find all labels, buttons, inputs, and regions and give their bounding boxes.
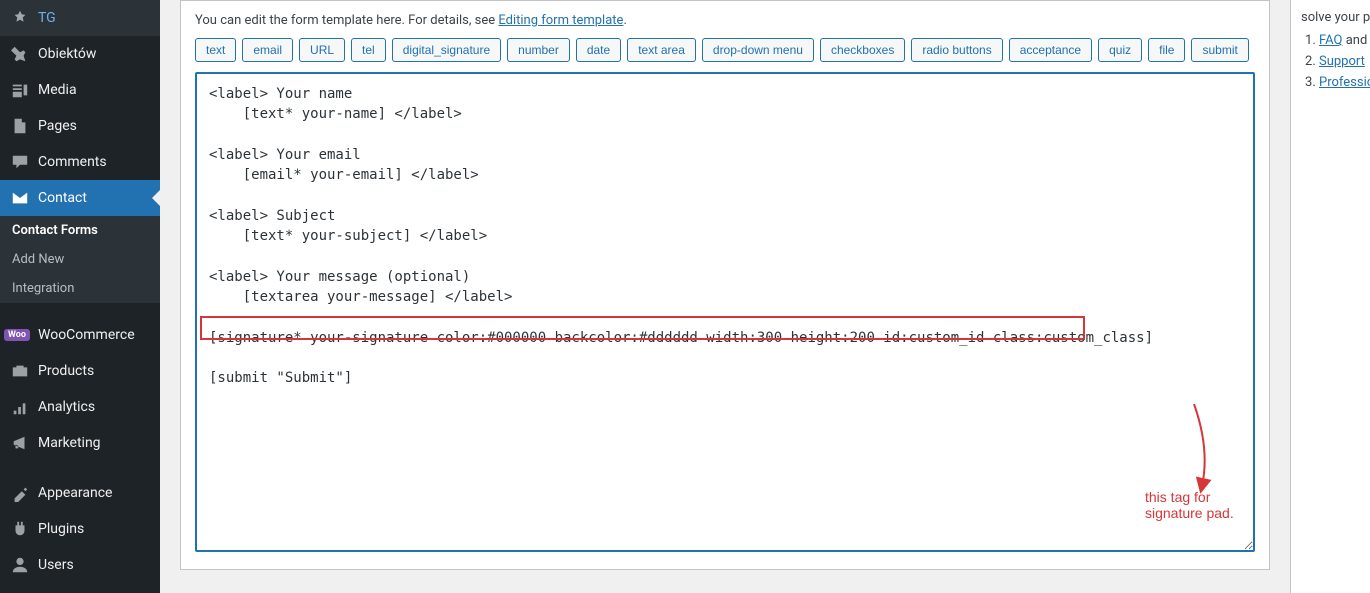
sidebar-item-tools[interactable]: Tools	[0, 583, 160, 593]
woo-icon: Woo	[10, 325, 30, 345]
sidebar-label: Analytics	[38, 399, 95, 415]
sidebar-item-tg[interactable]: TG	[0, 0, 160, 36]
sidebar-label: Obiektów	[38, 46, 96, 62]
sidebar-label: Appearance	[38, 485, 112, 501]
sidebar-item-plugins[interactable]: Plugins	[0, 511, 160, 547]
tag-btn-textarea[interactable]: text area	[627, 38, 696, 62]
form-panel: You can edit the form template here. For…	[180, 0, 1270, 570]
sidebar-item-appearance[interactable]: Appearance	[0, 475, 160, 511]
sidebar-item-products[interactable]: Products	[0, 353, 160, 389]
sidebar-label: Comments	[38, 154, 107, 170]
sidebar-submenu: Contact Forms Add New Integration	[0, 216, 160, 303]
sidebar-item-obiektow[interactable]: Obiektów	[0, 36, 160, 72]
sidebar-item-users[interactable]: Users	[0, 547, 160, 583]
marketing-icon	[10, 433, 30, 453]
sidebar-item-media[interactable]: Media	[0, 72, 160, 108]
tag-btn-dropdown[interactable]: drop-down menu	[702, 38, 814, 62]
sidebar-sub-add-new[interactable]: Add New	[0, 245, 160, 274]
help-list: FAQ and Support Professio	[1319, 33, 1370, 90]
mail-icon	[10, 188, 30, 208]
tag-btn-digital-signature[interactable]: digital_signature	[392, 38, 501, 62]
users-icon	[10, 555, 30, 575]
main-content: You can edit the form template here. For…	[160, 0, 1290, 593]
comment-icon	[10, 152, 30, 172]
tag-btn-file[interactable]: file	[1148, 38, 1185, 62]
tag-btn-email[interactable]: email	[242, 38, 293, 62]
help-link-support[interactable]: Support	[1319, 54, 1365, 69]
sidebar-item-woocommerce[interactable]: Woo WooCommerce	[0, 317, 160, 353]
page-icon	[10, 116, 30, 136]
tag-btn-acceptance[interactable]: acceptance	[1009, 38, 1092, 62]
sidebar-label: TG	[38, 10, 56, 26]
pin-icon	[10, 44, 30, 64]
form-template-editor[interactable]	[195, 72, 1255, 552]
tag-button-row: text email URL tel digital_signature num…	[195, 38, 1255, 62]
tag-btn-text[interactable]: text	[195, 38, 236, 62]
tag-btn-radio[interactable]: radio buttons	[911, 38, 1002, 62]
intro-before: You can edit the form template here. For…	[195, 13, 498, 28]
help-item: FAQ and	[1319, 33, 1370, 48]
help-item: Professio	[1319, 75, 1370, 90]
help-sidebar: solve your p FAQ and Support Professio	[1290, 0, 1370, 593]
intro-text: You can edit the form template here. For…	[195, 13, 1255, 28]
help-link-pro[interactable]: Professio	[1319, 75, 1370, 90]
sidebar-label: Products	[38, 363, 94, 379]
help-link-faq[interactable]: FAQ	[1319, 33, 1342, 48]
tag-btn-date[interactable]: date	[576, 38, 621, 62]
sidebar-label: Pages	[38, 118, 77, 134]
intro-after: .	[623, 13, 626, 28]
sidebar-item-pages[interactable]: Pages	[0, 108, 160, 144]
sidebar-item-contact[interactable]: Contact	[0, 180, 160, 216]
tag-btn-submit[interactable]: submit	[1191, 38, 1248, 62]
admin-sidebar: TG Obiektów Media Pages Comments Contact…	[0, 0, 160, 593]
sidebar-label: Media	[38, 82, 77, 98]
tag-btn-quiz[interactable]: quiz	[1098, 38, 1142, 62]
help-head: solve your p	[1301, 10, 1370, 25]
sidebar-label: Marketing	[38, 435, 101, 451]
appearance-icon	[10, 483, 30, 503]
sidebar-item-analytics[interactable]: Analytics	[0, 389, 160, 425]
sidebar-sub-integration[interactable]: Integration	[0, 274, 160, 303]
tag-btn-tel[interactable]: tel	[351, 38, 386, 62]
sidebar-label: Plugins	[38, 521, 84, 537]
editor-wrap: this tag for signature pad.	[195, 72, 1255, 556]
tag-btn-checkboxes[interactable]: checkboxes	[820, 38, 905, 62]
pin-icon	[10, 8, 30, 28]
sidebar-label: Users	[38, 557, 74, 573]
analytics-icon	[10, 397, 30, 417]
sidebar-label: Contact	[38, 190, 87, 206]
tag-btn-url[interactable]: URL	[299, 38, 345, 62]
products-icon	[10, 361, 30, 381]
annotation-text: this tag for signature pad.	[1145, 489, 1255, 521]
tag-btn-number[interactable]: number	[507, 38, 570, 62]
sidebar-sub-contact-forms[interactable]: Contact Forms	[0, 216, 160, 245]
help-item: Support	[1319, 54, 1370, 69]
media-icon	[10, 80, 30, 100]
plugins-icon	[10, 519, 30, 539]
sidebar-item-marketing[interactable]: Marketing	[0, 425, 160, 461]
sidebar-label: WooCommerce	[38, 327, 135, 343]
sidebar-item-comments[interactable]: Comments	[0, 144, 160, 180]
intro-link[interactable]: Editing form template	[498, 13, 623, 28]
